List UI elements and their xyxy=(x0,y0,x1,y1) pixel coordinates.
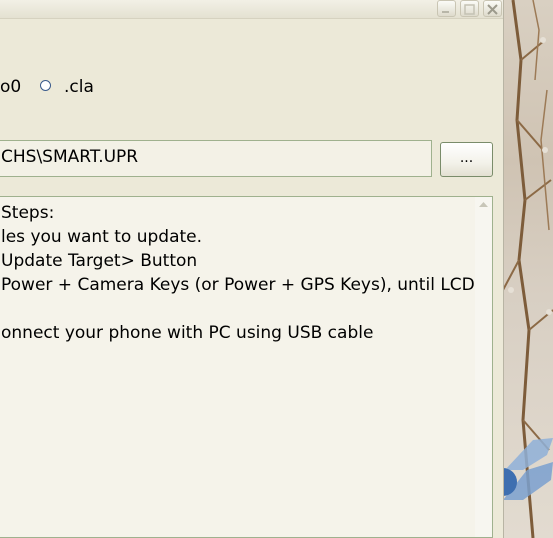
radio-button[interactable] xyxy=(40,80,51,91)
file-type-radio-group: o0 .cla xyxy=(0,76,300,98)
vertical-scrollbar[interactable] xyxy=(475,197,492,537)
radio-option-label[interactable]: o0 xyxy=(0,77,21,97)
instruction-line: onnect your phone with PC using USB cabl… xyxy=(1,323,374,343)
file-path-input[interactable]: CHS\SMART.UPR xyxy=(0,140,432,177)
instructions-textarea[interactable]: Steps: les you want to update. Update Ta… xyxy=(0,196,493,538)
maximize-icon xyxy=(464,4,475,15)
title-bar xyxy=(0,0,503,19)
wallpaper-branches-image xyxy=(503,0,553,538)
close-icon xyxy=(487,4,498,15)
instruction-line: les you want to update. xyxy=(1,227,203,247)
instruction-line: Power + Camera Keys (or Power + GPS Keys… xyxy=(1,275,475,295)
scroll-up-arrow-icon xyxy=(479,202,488,207)
updater-window: o0 .cla CHS\SMART.UPR ... Steps: les you… xyxy=(0,0,504,538)
radio-option-label[interactable]: .cla xyxy=(64,77,94,97)
instruction-line: Update Target> Button xyxy=(1,251,198,271)
maximize-button[interactable] xyxy=(460,0,479,17)
scroll-up-button[interactable] xyxy=(475,197,492,214)
close-button[interactable] xyxy=(483,0,502,17)
instruction-line: Steps: xyxy=(1,203,55,223)
minimize-button[interactable] xyxy=(437,0,456,17)
minimize-icon xyxy=(442,11,449,13)
browse-button[interactable]: ... xyxy=(440,142,493,177)
desktop-wallpaper xyxy=(503,0,553,538)
